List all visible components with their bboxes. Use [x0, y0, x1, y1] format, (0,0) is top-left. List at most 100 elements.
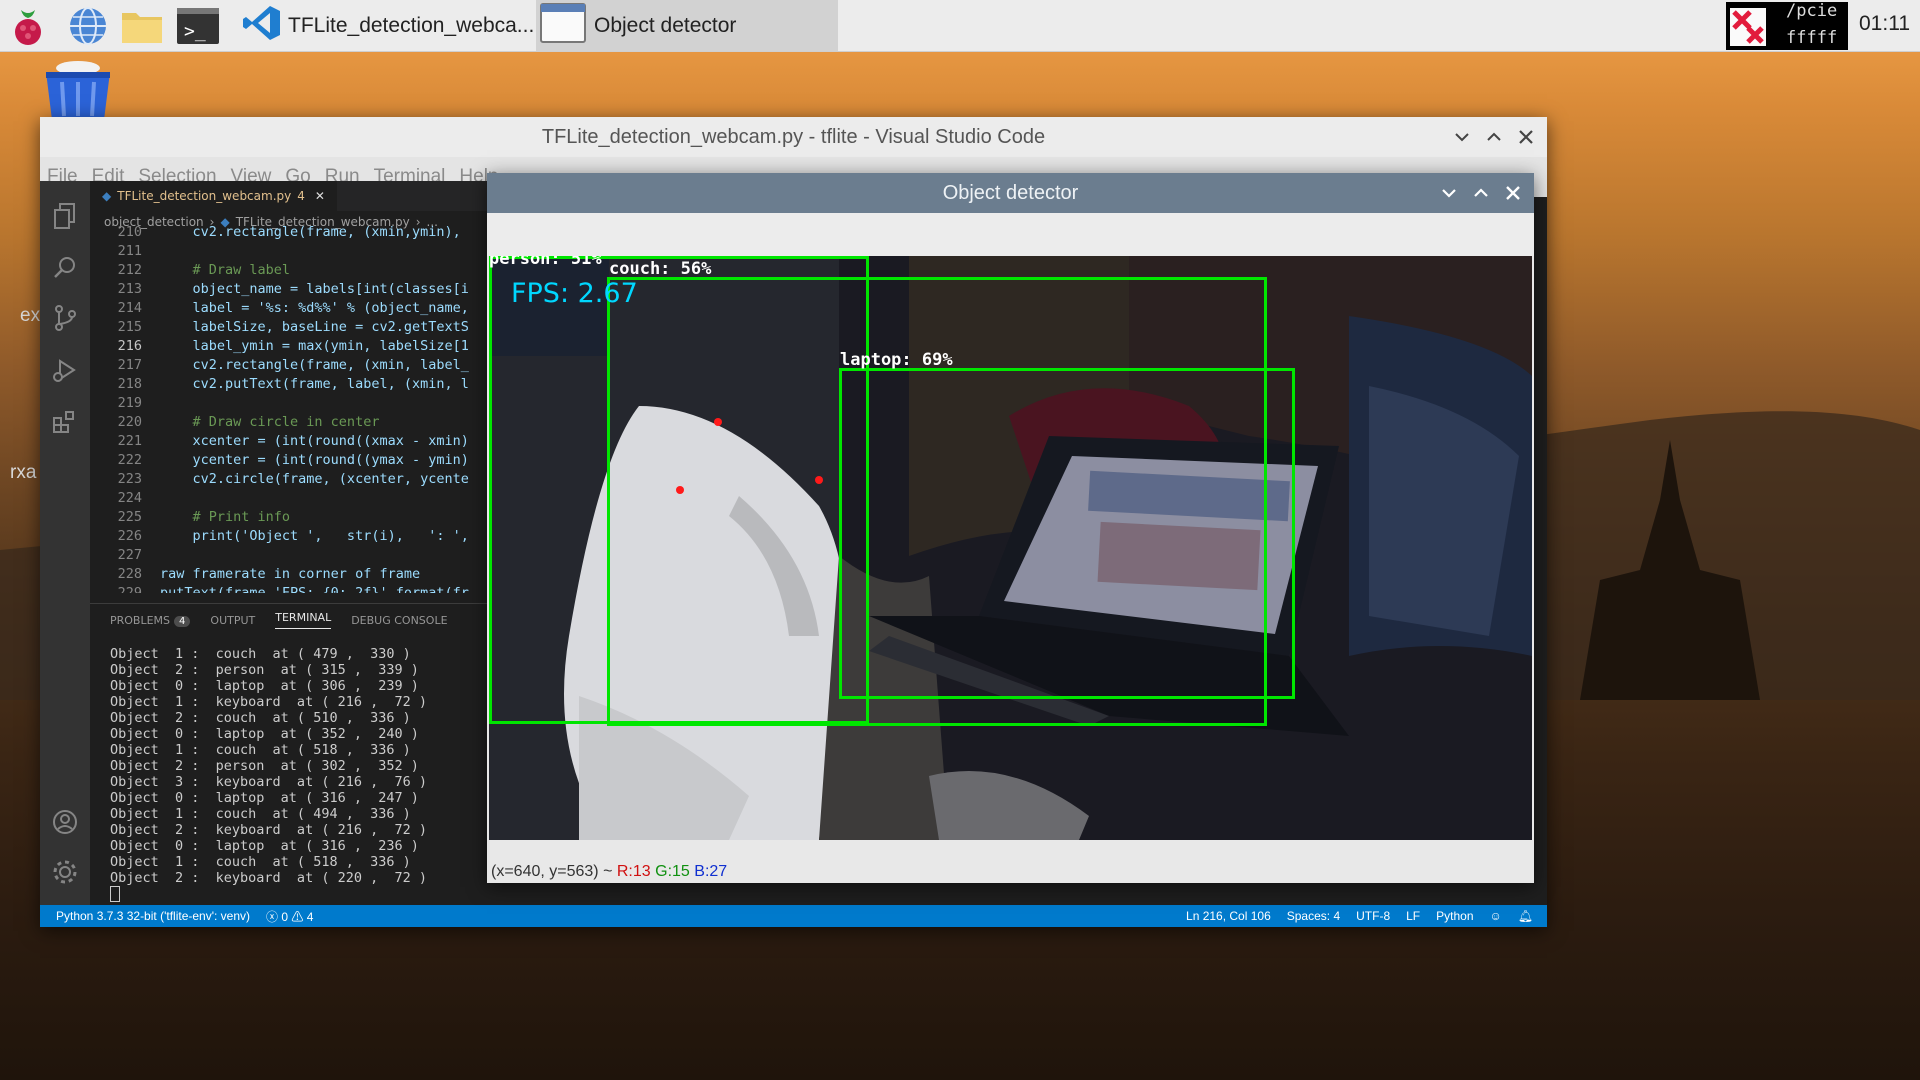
object-detector-titlebar[interactable]: Object detector [487, 173, 1534, 213]
code-line[interactable]: 215 labelSize, baseLine = cv2.getTextS [90, 318, 530, 337]
tab-problems[interactable]: PROBLEMS 4 [110, 613, 191, 627]
couch-center-dot [676, 486, 684, 494]
error-count: 0 [281, 909, 289, 924]
maximize-icon[interactable] [1472, 184, 1490, 202]
code-line[interactable]: 212 # Draw label [90, 261, 530, 280]
code-text: raw framerate in corner of frame [160, 566, 421, 582]
extensions-icon[interactable] [50, 407, 80, 437]
code-text: cv2.circle(frame, (xcenter, ycente [160, 471, 469, 487]
terminal-line: Object 1 : couch at ( 479 , 330 ) [110, 646, 411, 662]
code-text: label = '%s: %d%%' % (object_name, [160, 300, 469, 316]
line-number: 220 [117, 414, 142, 430]
web-browser-icon[interactable] [66, 4, 110, 48]
terminal-output[interactable]: Object 1 : couch at ( 479 , 330 ) Object … [90, 636, 530, 902]
code-line[interactable]: 214 label = '%s: %d%%' % (object_name, [90, 299, 530, 318]
code-line[interactable]: 217 cv2.rectangle(frame, (xmin, label_ [90, 356, 530, 375]
object-detector-window: Object detector person: 51% couch: 56% l… [487, 173, 1534, 883]
bottom-panel: PROBLEMS 4 OUTPUT TERMINAL DEBUG CONSOLE … [90, 603, 530, 906]
tab-debug-console[interactable]: DEBUG CONSOLE [351, 614, 447, 627]
pixel-blue: B:27 [694, 863, 728, 880]
close-icon[interactable] [1504, 184, 1522, 202]
line-ending[interactable]: LF [1398, 909, 1428, 923]
terminal-line: Object 0 : laptop at ( 316 , 236 ) [110, 838, 419, 854]
desktop-label-fragment[interactable]: rxa [10, 462, 36, 484]
language-mode[interactable]: Python [1428, 909, 1481, 923]
indentation[interactable]: Spaces: 4 [1279, 909, 1348, 923]
python-interpreter[interactable]: Python 3.7.3 32-bit ('tflite-env': venv) [40, 909, 258, 923]
code-line[interactable]: 227 [90, 546, 530, 565]
terminal-line: Object 3 : keyboard at ( 216 , 76 ) [110, 774, 427, 790]
code-line[interactable]: 221 xcenter = (int(round((xmax - xmin) [90, 432, 530, 451]
notification-bell-icon[interactable]: 🔔︎ [1510, 909, 1547, 923]
taskbar: >_ TFLite_detection_webca... Object dete… [0, 0, 1920, 52]
cursor-coordinates: (x=640, y=563) ~ [491, 863, 613, 880]
code-line[interactable]: 225 # Print info [90, 508, 530, 527]
tab-terminal[interactable]: TERMINAL [275, 611, 332, 629]
webcam-frame[interactable]: person: 51% couch: 56% laptop: 69% FPS: … [489, 256, 1532, 840]
code-line[interactable]: 220 # Draw circle in center [90, 413, 530, 432]
status-bar: Python 3.7.3 32-bit ('tflite-env': venv)… [40, 905, 1547, 927]
pixel-info-status: (x=640, y=563) ~ R:13 G:15 B:27 [491, 863, 727, 883]
line-number: 217 [117, 357, 142, 373]
cursor-position[interactable]: Ln 216, Col 106 [1178, 909, 1279, 923]
tab-label: PROBLEMS [110, 613, 171, 627]
line-number: 214 [117, 300, 142, 316]
maximize-icon[interactable] [1485, 128, 1503, 146]
code-line[interactable]: 228 raw framerate in corner of frame [90, 565, 530, 584]
laptop-bounding-box [839, 368, 1295, 699]
code-text: cv2.rectangle(frame, (xmin,ymin), [160, 224, 461, 240]
search-icon[interactable] [50, 253, 80, 283]
code-line[interactable]: 210 cv2.rectangle(frame, (xmin,ymin), [90, 223, 530, 242]
code-line[interactable]: 229 putText(frame,'FPS: {0:.2f}'.format(f… [90, 584, 530, 593]
run-debug-icon[interactable] [50, 355, 80, 385]
code-line[interactable]: 224 [90, 489, 530, 508]
minimize-icon[interactable] [1440, 184, 1458, 202]
line-number: 211 [117, 243, 142, 259]
file-manager-icon[interactable] [120, 4, 164, 48]
close-tab-icon[interactable]: ✕ [315, 189, 325, 203]
clock[interactable]: 01:11 [1859, 12, 1910, 36]
code-line[interactable]: 211 [90, 242, 530, 261]
code-line[interactable]: 213 object_name = labels[int(classes[i [90, 280, 530, 299]
minimize-icon[interactable] [1453, 128, 1471, 146]
laptop-label: laptop: 69% [840, 350, 953, 370]
desktop-label-fragment[interactable]: ex [20, 305, 40, 327]
account-icon[interactable] [50, 807, 80, 837]
terminal-line: Object 0 : laptop at ( 306 , 239 ) [110, 678, 419, 694]
vscode-titlebar[interactable]: TFLite_detection_webcam.py - tflite - Vi… [40, 117, 1547, 157]
editor-tab[interactable]: ◆ TFLite_detection_webcam.py 4 ✕ [90, 181, 337, 211]
terminal-line: Object 2 : keyboard at ( 220 , 72 ) [110, 870, 427, 886]
person-label: person: 51% [489, 256, 602, 269]
code-line[interactable]: 216 label_ymin = max(ymin, labelSize[1 [90, 337, 530, 356]
code-line[interactable]: 219 [90, 394, 530, 413]
code-line[interactable]: 226 print('Object ', str(i), ': ', [90, 527, 530, 546]
line-number: 227 [117, 547, 142, 563]
tab-output[interactable]: OUTPUT [210, 614, 255, 627]
code-editor[interactable]: 210 cv2.rectangle(frame, (xmin,ymin), 211… [90, 223, 530, 593]
taskbar-task-vscode[interactable]: TFLite_detection_webca... [238, 0, 534, 51]
person-center-dot [714, 418, 722, 426]
code-text: ycenter = (int(round((ymax - ymin) [160, 452, 469, 468]
line-number: 229 [117, 585, 142, 593]
code-line[interactable]: 218 cv2.putText(frame, label, (xmin, l [90, 375, 530, 394]
code-text: # Print info [160, 509, 291, 525]
tray-area: /pcie fffff [1726, 1, 1848, 50]
settings-gear-icon[interactable] [50, 857, 80, 887]
close-icon[interactable] [1517, 128, 1535, 146]
line-number: 224 [117, 490, 142, 506]
code-line[interactable]: 222 ycenter = (int(round((ymax - ymin) [90, 451, 530, 470]
terminal-icon[interactable]: >_ [176, 4, 220, 48]
source-control-icon[interactable] [50, 303, 80, 333]
raspberry-menu-icon[interactable] [6, 4, 50, 48]
window-title: TFLite_detection_webcam.py - tflite - Vi… [541, 125, 1046, 148]
taskbar-task-object-detector[interactable]: Object detector [536, 0, 838, 51]
explorer-icon[interactable] [50, 201, 80, 231]
problems-status[interactable]: ⓧ 0 ⚠ 4 [258, 908, 321, 925]
encoding[interactable]: UTF-8 [1348, 909, 1398, 923]
network-disconnected-icon[interactable] [1726, 2, 1776, 50]
code-line[interactable]: 223 cv2.circle(frame, (xcenter, ycente [90, 470, 530, 489]
terminal-line: Object 2 : couch at ( 510 , 336 ) [110, 710, 411, 726]
feedback-icon[interactable]: ☺ [1482, 909, 1510, 923]
line-number: 216 [117, 338, 142, 354]
trash-icon[interactable] [40, 60, 116, 122]
